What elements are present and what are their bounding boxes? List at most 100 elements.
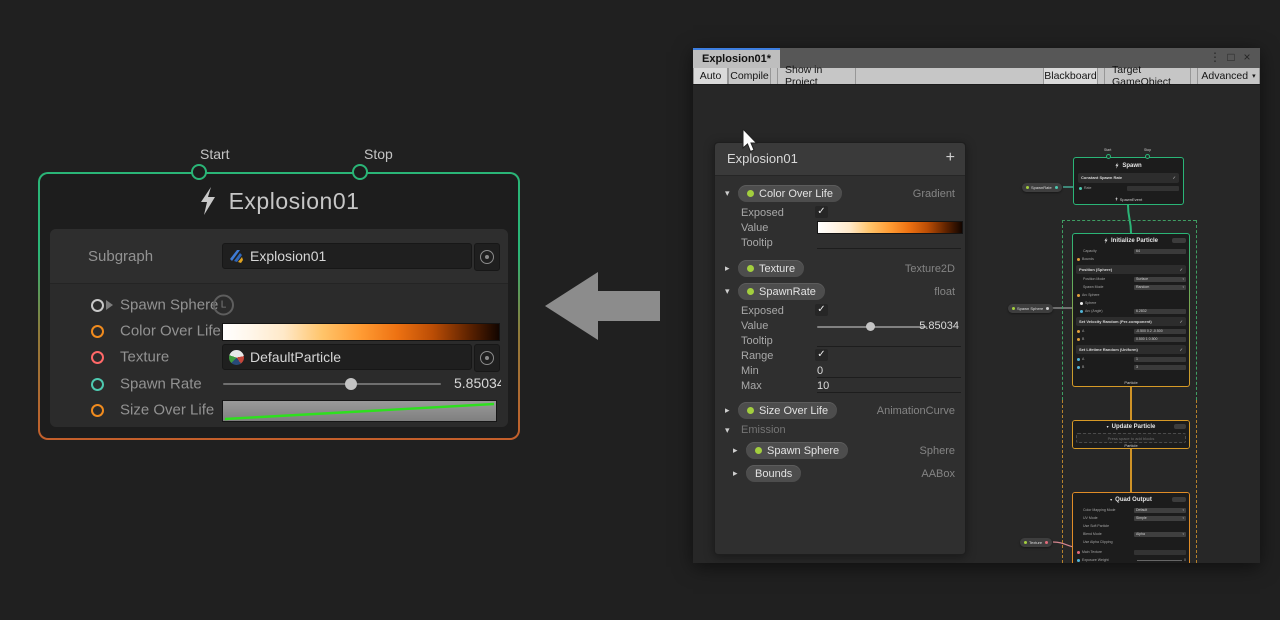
block-toggle-icon[interactable]: ✓	[1180, 347, 1183, 352]
param-pill-texture[interactable]: Texture	[738, 260, 804, 277]
spawn-node[interactable]: Spawn Constant Spawn Rate✓ Rate SpawnEve…	[1073, 157, 1184, 205]
param-pill-size-over-life[interactable]: Size Over Life	[738, 402, 837, 419]
exposure-weight-row[interactable]: Exposure Weight0	[1073, 556, 1189, 563]
max-value[interactable]: 10	[817, 380, 829, 392]
blackboard-panel[interactable]: Explosion01 + ▾ Color Over Life Gradient…	[714, 142, 966, 555]
gradient-field[interactable]	[222, 323, 500, 341]
subgraph-node-explosion01[interactable]: Start Stop Explosion01 Subgraph Explosio…	[38, 172, 520, 440]
show-in-project-button[interactable]: Show in Project	[777, 68, 856, 84]
spawnrate-value[interactable]: 5.85034	[919, 320, 959, 332]
alpha-clipping-row[interactable]: Use Alpha Clipping	[1073, 538, 1189, 546]
stop-flow-anchor[interactable]	[352, 164, 368, 180]
exposed-checkbox[interactable]: ✓	[815, 304, 828, 316]
graph-pill-spawn-sphere[interactable]: Spawn Sphere	[1008, 304, 1053, 313]
arc-angle-row[interactable]: Arc (Angle)6.2832	[1073, 307, 1189, 315]
spawn-rate-value[interactable]: 5.85034	[454, 375, 501, 393]
tooltip-input[interactable]	[817, 346, 961, 347]
chevron-right-icon[interactable]: ▸	[733, 445, 738, 456]
tab-explosion01[interactable]: Explosion01*	[693, 48, 780, 68]
velocity-b-row[interactable]: B0.500 1 0.500	[1073, 335, 1189, 343]
spawn-mode-row[interactable]: Spawn ModeRandom▾	[1073, 283, 1189, 291]
value-slider-handle[interactable]	[866, 322, 875, 331]
param-pill-color-over-life[interactable]: Color Over Life	[738, 185, 842, 202]
initialize-particle-node[interactable]: Initialize Particle Capacity64 Bounds Po…	[1072, 233, 1190, 387]
output-port[interactable]	[1046, 307, 1049, 310]
bounds-row[interactable]: Bounds	[1073, 255, 1189, 263]
subgraph-object-field[interactable]: Explosion01	[222, 243, 472, 269]
auto-button[interactable]: Auto	[693, 68, 728, 84]
expand-triangle-icon[interactable]	[106, 300, 113, 310]
exposed-checkbox[interactable]: ✓	[815, 206, 828, 218]
spawn-rate-port[interactable]	[91, 378, 104, 391]
start-flow-anchor[interactable]	[191, 164, 207, 180]
output-port[interactable]	[1045, 541, 1048, 544]
arc-sphere-port[interactable]	[1077, 294, 1080, 297]
particle-output[interactable]: Particle	[1073, 378, 1189, 386]
exposure-port[interactable]	[1077, 559, 1080, 562]
graph-pill-texture[interactable]: Texture	[1020, 538, 1052, 547]
bounds-port[interactable]	[1077, 258, 1080, 261]
compile-button[interactable]: Compile	[728, 68, 771, 84]
velocity-a-row[interactable]: A-0.500 0.2 -0.500	[1073, 327, 1189, 335]
a-port[interactable]	[1077, 358, 1080, 361]
main-texture-row[interactable]: Main Texture	[1073, 548, 1189, 556]
quad-output-node[interactable]: ▾ Quad Output Color Mapping ModeDefault▾…	[1072, 492, 1190, 563]
category-emission[interactable]: Emission	[741, 424, 786, 436]
rate-port[interactable]	[1079, 187, 1082, 190]
spawn-event-output[interactable]: SpawnEvent	[1075, 195, 1182, 203]
advanced-button[interactable]: Advanced▾	[1197, 68, 1260, 84]
texture-port[interactable]	[91, 351, 104, 364]
arc-port[interactable]	[1080, 310, 1083, 313]
sphere-row[interactable]: Sphere	[1073, 299, 1189, 307]
arc-sphere-row[interactable]: Arc Sphere	[1073, 291, 1189, 299]
lifetime-random-block[interactable]: Set Lifetime Random (Uniform)✓	[1076, 345, 1186, 354]
a-port[interactable]	[1077, 330, 1080, 333]
b-port[interactable]	[1077, 366, 1080, 369]
chevron-right-icon[interactable]: ▸	[725, 263, 730, 274]
texture-object-picker-icon[interactable]	[474, 344, 500, 372]
lifetime-a-row[interactable]: A1	[1073, 355, 1189, 363]
spawn-sphere-port[interactable]	[91, 299, 104, 312]
maximize-icon[interactable]: □	[1224, 50, 1238, 64]
tooltip-input[interactable]	[817, 248, 961, 249]
blackboard-button[interactable]: Blackboard	[1043, 68, 1098, 84]
output-port[interactable]	[1055, 186, 1058, 189]
size-over-life-port[interactable]	[91, 404, 104, 417]
spawn-stop-anchor[interactable]	[1145, 154, 1150, 159]
uv-mode-row[interactable]: UV ModeSimple▾	[1073, 514, 1189, 522]
color-mapping-row[interactable]: Color Mapping ModeDefault▾	[1073, 506, 1189, 514]
max-input[interactable]	[817, 392, 961, 393]
min-input[interactable]	[817, 377, 961, 378]
param-pill-spawn-sphere[interactable]: Spawn Sphere	[746, 442, 848, 459]
sphere-port[interactable]	[1080, 302, 1083, 305]
param-pill-spawnrate[interactable]: SpawnRate	[738, 283, 825, 300]
param-pill-bounds[interactable]: Bounds	[746, 465, 801, 482]
chevron-right-icon[interactable]: ▸	[733, 468, 738, 479]
color-over-life-port[interactable]	[91, 325, 104, 338]
soft-particle-row[interactable]: Use Soft Particle	[1073, 522, 1189, 530]
capacity-row[interactable]: Capacity64	[1073, 247, 1189, 255]
position-sphere-block[interactable]: Position (Sphere)✓	[1076, 265, 1186, 274]
chevron-down-icon[interactable]: ▾	[725, 425, 730, 436]
texture-object-field[interactable]: DefaultParticle	[222, 344, 472, 370]
spawn-start-anchor[interactable]	[1106, 154, 1111, 159]
main-texture-port[interactable]	[1077, 551, 1080, 554]
graph-canvas[interactable]: Explosion01 + ▾ Color Over Life Gradient…	[693, 85, 1260, 563]
chevron-right-icon[interactable]: ▸	[725, 405, 730, 416]
blend-mode-row[interactable]: Blend ModeAlpha▾	[1073, 530, 1189, 538]
block-toggle-icon[interactable]: ✓	[1173, 175, 1176, 180]
update-particle-node[interactable]: ▾ Update Particle Press space to add blo…	[1072, 420, 1190, 449]
b-port[interactable]	[1077, 338, 1080, 341]
gradient-value-field[interactable]	[817, 221, 963, 234]
subgraph-object-picker-icon[interactable]	[474, 243, 500, 271]
velocity-random-block[interactable]: Set Velocity Random (Per-component)✓	[1076, 317, 1186, 326]
target-gameobject-button[interactable]: Target GameObject	[1104, 68, 1191, 84]
chevron-down-icon[interactable]: ▾	[725, 286, 730, 297]
block-toggle-icon[interactable]: ✓	[1180, 319, 1183, 324]
range-checkbox[interactable]: ✓	[815, 349, 828, 361]
particle-output[interactable]: Particle	[1073, 442, 1189, 448]
spawn-rate-slider[interactable]	[223, 383, 441, 385]
spawn-rate-slider-handle[interactable]	[345, 378, 357, 390]
position-mode-row[interactable]: Position ModeSurface▾	[1073, 275, 1189, 283]
close-icon[interactable]: ×	[1240, 50, 1254, 64]
